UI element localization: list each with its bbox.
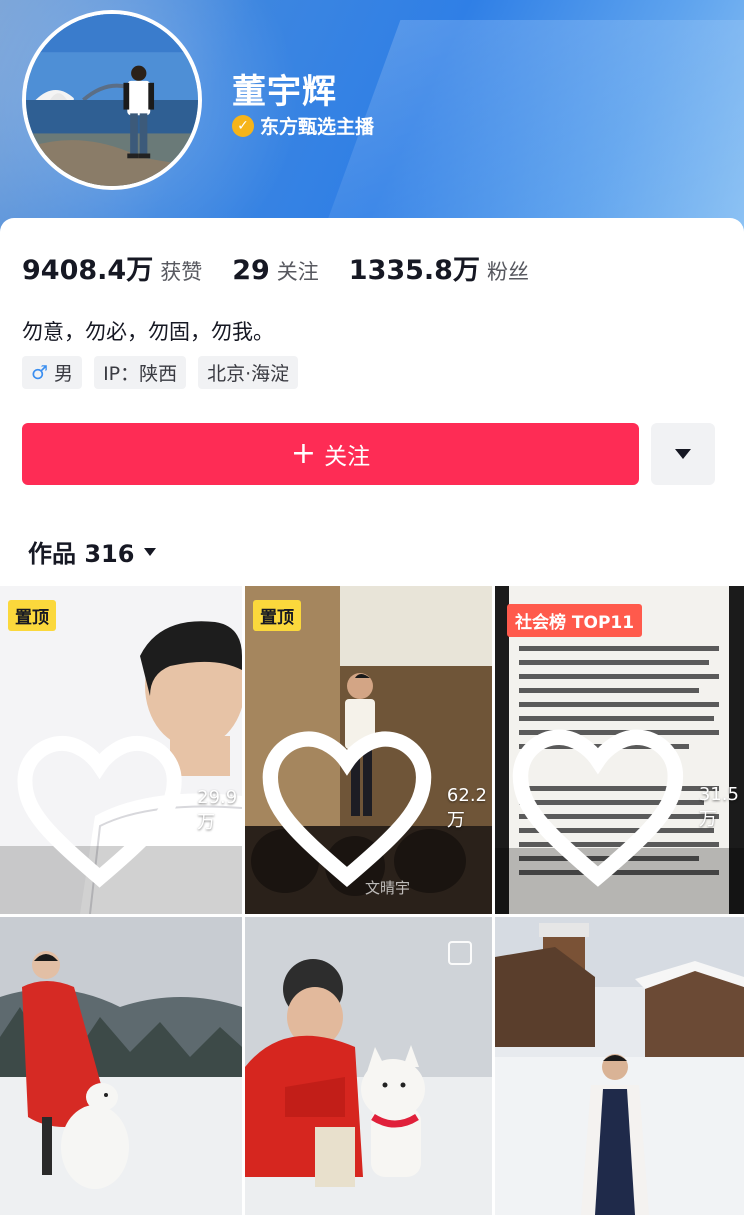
gender-tag: ♂ 男 [22, 356, 83, 389]
follow-button-label: 关注 [324, 444, 371, 470]
video-thumbnail[interactable]: 置顶 文晴宇 62.2万 [245, 586, 492, 914]
like-count: 29.9万 [10, 721, 242, 900]
video-thumbnail[interactable] [0, 917, 242, 1215]
chevron-down-icon [144, 547, 157, 556]
followers-count: 1335.8万 [348, 255, 480, 286]
like-count-value: 29.9万 [197, 786, 238, 833]
likes-count: 9408.4万 [22, 255, 154, 286]
multi-image-icon [448, 941, 472, 965]
avatar-image [26, 14, 198, 186]
ip-tag: IP：陕西 [94, 356, 187, 389]
likes-stat: 9408.4万 获赞 [22, 248, 202, 287]
like-count-value: 31.5万 [698, 783, 739, 830]
pinned-badge: 置顶 [253, 600, 301, 631]
works-tab[interactable]: 作品 316 [28, 534, 157, 569]
dropdown-arrow-icon [675, 449, 691, 459]
video-thumbnail-image [495, 917, 744, 1215]
verification-text: 东方甄选主播 [260, 116, 375, 138]
video-grid: 置顶 29.9万 置顶 文晴宇 62.2万 社会榜 TOP11 31.5万 [0, 586, 744, 1215]
profile-card: 9408.4万 获赞 29 关注 1335.8万 粉丝 勿意，勿必，勿固，勿我。… [0, 218, 744, 598]
more-options-button[interactable] [651, 423, 715, 485]
likes-label: 获赞 [160, 260, 203, 284]
tag-row: ♂ 男 IP：陕西 北京·海淀 [22, 356, 299, 389]
verification-badge: ✓ 东方甄选主播 [232, 112, 374, 139]
verified-check-icon: ✓ [232, 114, 254, 137]
bio-text: 勿意，勿必，勿固，勿我。 [22, 320, 274, 344]
heart-icon [512, 729, 684, 887]
gender-label: 男 [54, 363, 74, 385]
follow-button[interactable]: + 关注 [22, 423, 639, 485]
like-count: 62.2万 [255, 716, 492, 900]
following-label: 关注 [276, 260, 319, 284]
location-tag[interactable]: 北京·海淀 [198, 356, 299, 389]
following-stat[interactable]: 29 关注 [232, 255, 319, 286]
location-label: 北京·海淀 [207, 363, 290, 385]
ip-label: IP：陕西 [103, 363, 178, 385]
like-count: 31.5万 [505, 714, 744, 900]
heart-icon [262, 731, 432, 888]
heart-icon [17, 735, 182, 888]
video-thumbnail[interactable]: 社会榜 TOP11 31.5万 [495, 586, 744, 914]
male-icon: ♂ [31, 361, 49, 384]
followers-stat[interactable]: 1335.8万 粉丝 [349, 248, 529, 287]
video-thumbnail[interactable] [245, 917, 492, 1215]
avatar[interactable] [22, 10, 202, 190]
video-thumbnail[interactable] [495, 917, 744, 1215]
video-thumbnail-image [0, 917, 242, 1215]
ranking-badge: 社会榜 TOP11 [507, 604, 643, 637]
like-count-value: 62.2万 [446, 784, 487, 831]
followers-label: 粉丝 [486, 260, 529, 284]
profile-name: 董宇辉 [232, 72, 337, 112]
video-thumbnail[interactable]: 置顶 29.9万 [0, 586, 242, 914]
pinned-badge: 置顶 [8, 600, 56, 631]
works-tab-label: 作品 316 [28, 540, 135, 568]
plus-icon: + [290, 436, 317, 471]
profile-banner: 董宇辉 ✓ 东方甄选主播 [0, 0, 744, 240]
following-count: 29 [232, 255, 270, 286]
stats-row: 9408.4万 获赞 29 关注 1335.8万 粉丝 [22, 248, 559, 287]
